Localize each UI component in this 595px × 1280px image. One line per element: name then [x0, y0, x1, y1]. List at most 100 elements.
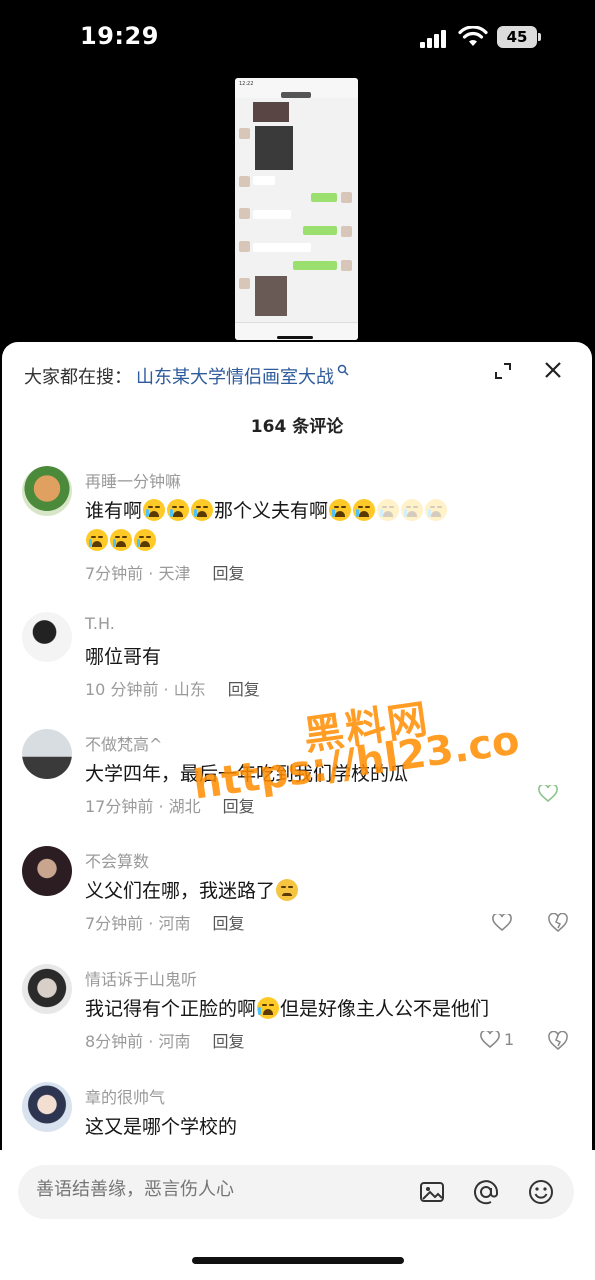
comment-time: 10 分钟前	[85, 680, 159, 699]
comment-time: 7分钟前	[85, 564, 144, 583]
trending-label: 大家都在搜：	[24, 367, 132, 388]
comment-meta: 7分钟前 · 河南 回复	[85, 914, 245, 933]
comment-meta: 17分钟前 · 湖北 回复	[85, 797, 255, 816]
comment-input-box[interactable]	[18, 1165, 574, 1219]
preview-avatar	[239, 128, 250, 139]
comment-time: 8分钟前	[85, 1032, 144, 1051]
trending-term[interactable]: 山东某大学情侣画室大战	[136, 363, 334, 389]
like-button[interactable]: 1	[480, 1030, 514, 1049]
signal-icon	[420, 30, 446, 48]
comment-text: 我记得有个正脸的啊 但是好像主人公不是他们	[85, 994, 565, 1024]
preview-image	[255, 276, 287, 316]
comment-item: T.H. 哪位哥有 10 分钟前 · 山东 回复	[22, 612, 582, 702]
dislike-icon[interactable]	[548, 913, 568, 933]
comment-meta: 7分钟前 · 天津 回复	[85, 564, 245, 583]
comment-item: 再睡一分钟嘛 谁有啊 那个义夫有啊 7分钟前 · 天津 回复	[22, 466, 582, 586]
comment-text-part: 我记得有个正脸的啊	[85, 998, 257, 1020]
comment-text-part: 但是好像主人公不是他们	[280, 998, 490, 1020]
comment-username[interactable]: 不会算数	[85, 848, 149, 872]
preview-chat-title	[281, 92, 311, 98]
comment-location: 天津	[158, 564, 191, 583]
reply-button[interactable]: 回复	[223, 797, 255, 816]
video-preview[interactable]: 12:22	[235, 78, 358, 340]
trending-search[interactable]: 大家都在搜： 山东某大学情侣画室大战	[24, 362, 349, 390]
heart-icon[interactable]	[492, 914, 512, 932]
avatar[interactable]	[22, 1082, 72, 1132]
comment-text: 这又是哪个学校的	[85, 1116, 238, 1138]
emoji-icon[interactable]	[527, 1178, 555, 1206]
comment-location: 河南	[158, 1032, 191, 1051]
dislike-icon[interactable]	[548, 1031, 568, 1051]
preview-avatar	[341, 192, 352, 203]
preview-bubble	[253, 176, 275, 185]
heart-icon	[480, 1030, 500, 1048]
expand-icon[interactable]	[492, 360, 514, 382]
avatar[interactable]	[22, 612, 72, 662]
laughing-emoji-icon	[257, 997, 280, 1019]
preview-avatar	[239, 241, 250, 252]
reply-button[interactable]: 回复	[212, 1032, 244, 1051]
status-time: 19:29	[80, 22, 159, 50]
reply-button[interactable]: 回复	[212, 564, 244, 583]
at-icon[interactable]	[472, 1178, 500, 1206]
close-icon[interactable]	[542, 359, 564, 381]
dizzy-emoji-icon	[276, 879, 299, 901]
comment-location: 湖北	[168, 797, 201, 816]
comment-text-part: 谁有啊	[85, 500, 143, 522]
preview-bubble	[253, 243, 311, 252]
preview-bubble	[253, 210, 291, 219]
search-icon	[337, 364, 349, 376]
heart-icon[interactable]	[538, 785, 558, 803]
screen: 19:29 45 12:22 大家都在搜： 山东某大学情侣画室大战 164 条评…	[0, 0, 595, 1280]
crying-emoji-icon	[86, 529, 108, 551]
comment-username[interactable]: 章的很帅气	[85, 1084, 165, 1108]
preview-home-indicator	[277, 336, 313, 339]
comment-item: 不会算数 义父们在哪，我迷路了 7分钟前 · 河南 回复	[22, 846, 582, 936]
preview-avatar	[341, 226, 352, 237]
comment-time: 17分钟前	[85, 797, 154, 816]
comment-username[interactable]: 不做梵高^	[85, 731, 162, 755]
comment-meta: 10 分钟前 · 山东 回复	[85, 680, 260, 699]
comment-location: 山东	[173, 680, 206, 699]
preview-image	[253, 102, 289, 122]
comments-sheet: 大家都在搜： 山东某大学情侣画室大战 164 条评论 再睡一分钟嘛 谁有啊 那个义…	[2, 342, 592, 1280]
image-icon[interactable]	[418, 1178, 446, 1206]
comment-username[interactable]: T.H.	[85, 614, 115, 633]
comment-input[interactable]	[36, 1179, 396, 1200]
comment-text: 大学四年，最后一年吃到我们学校的瓜	[85, 763, 409, 785]
avatar[interactable]	[22, 729, 72, 779]
comment-meta: 8分钟前 · 河南 回复	[85, 1032, 245, 1051]
like-count: 1	[504, 1030, 515, 1049]
comment-item: 不做梵高^ 大学四年，最后一年吃到我们学校的瓜 17分钟前 · 湖北 回复	[22, 729, 582, 819]
preview-bubble	[303, 226, 337, 235]
preview-bubble	[293, 261, 337, 270]
comment-count: 164 条评论	[250, 417, 344, 437]
preview-avatar	[239, 278, 250, 289]
preview-image	[255, 126, 293, 170]
comment-text: 哪位哥有	[85, 646, 162, 668]
avatar[interactable]	[22, 466, 72, 516]
comment-time: 7分钟前	[85, 914, 144, 933]
crying-emoji-icon	[353, 499, 376, 521]
comment-username[interactable]: 情话诉于山鬼听	[85, 966, 197, 990]
avatar[interactable]	[22, 846, 72, 896]
preview-avatar	[239, 208, 250, 219]
comment-username[interactable]: 再睡一分钟嘛	[85, 468, 181, 492]
crying-emoji-icon	[329, 499, 352, 521]
preview-bubble	[311, 193, 337, 202]
crying-emoji-icon	[401, 499, 424, 521]
crying-emoji-icon	[425, 499, 448, 521]
comment-location: 河南	[158, 914, 191, 933]
comment-text: 谁有啊 那个义夫有啊	[85, 496, 565, 556]
home-indicator[interactable]	[192, 1257, 404, 1264]
reply-button[interactable]: 回复	[212, 914, 244, 933]
avatar[interactable]	[22, 964, 72, 1014]
comment-item: 情话诉于山鬼听 我记得有个正脸的啊 但是好像主人公不是他们 8分钟前 · 河南 回复…	[22, 964, 582, 1054]
preview-avatar	[341, 260, 352, 271]
crying-emoji-icon	[110, 529, 132, 551]
reply-button[interactable]: 回复	[228, 680, 260, 699]
wifi-icon	[458, 26, 488, 46]
comment-text: 义父们在哪，我迷路了	[85, 876, 565, 906]
crying-emoji-icon	[143, 499, 166, 521]
crying-emoji-icon	[134, 529, 156, 551]
